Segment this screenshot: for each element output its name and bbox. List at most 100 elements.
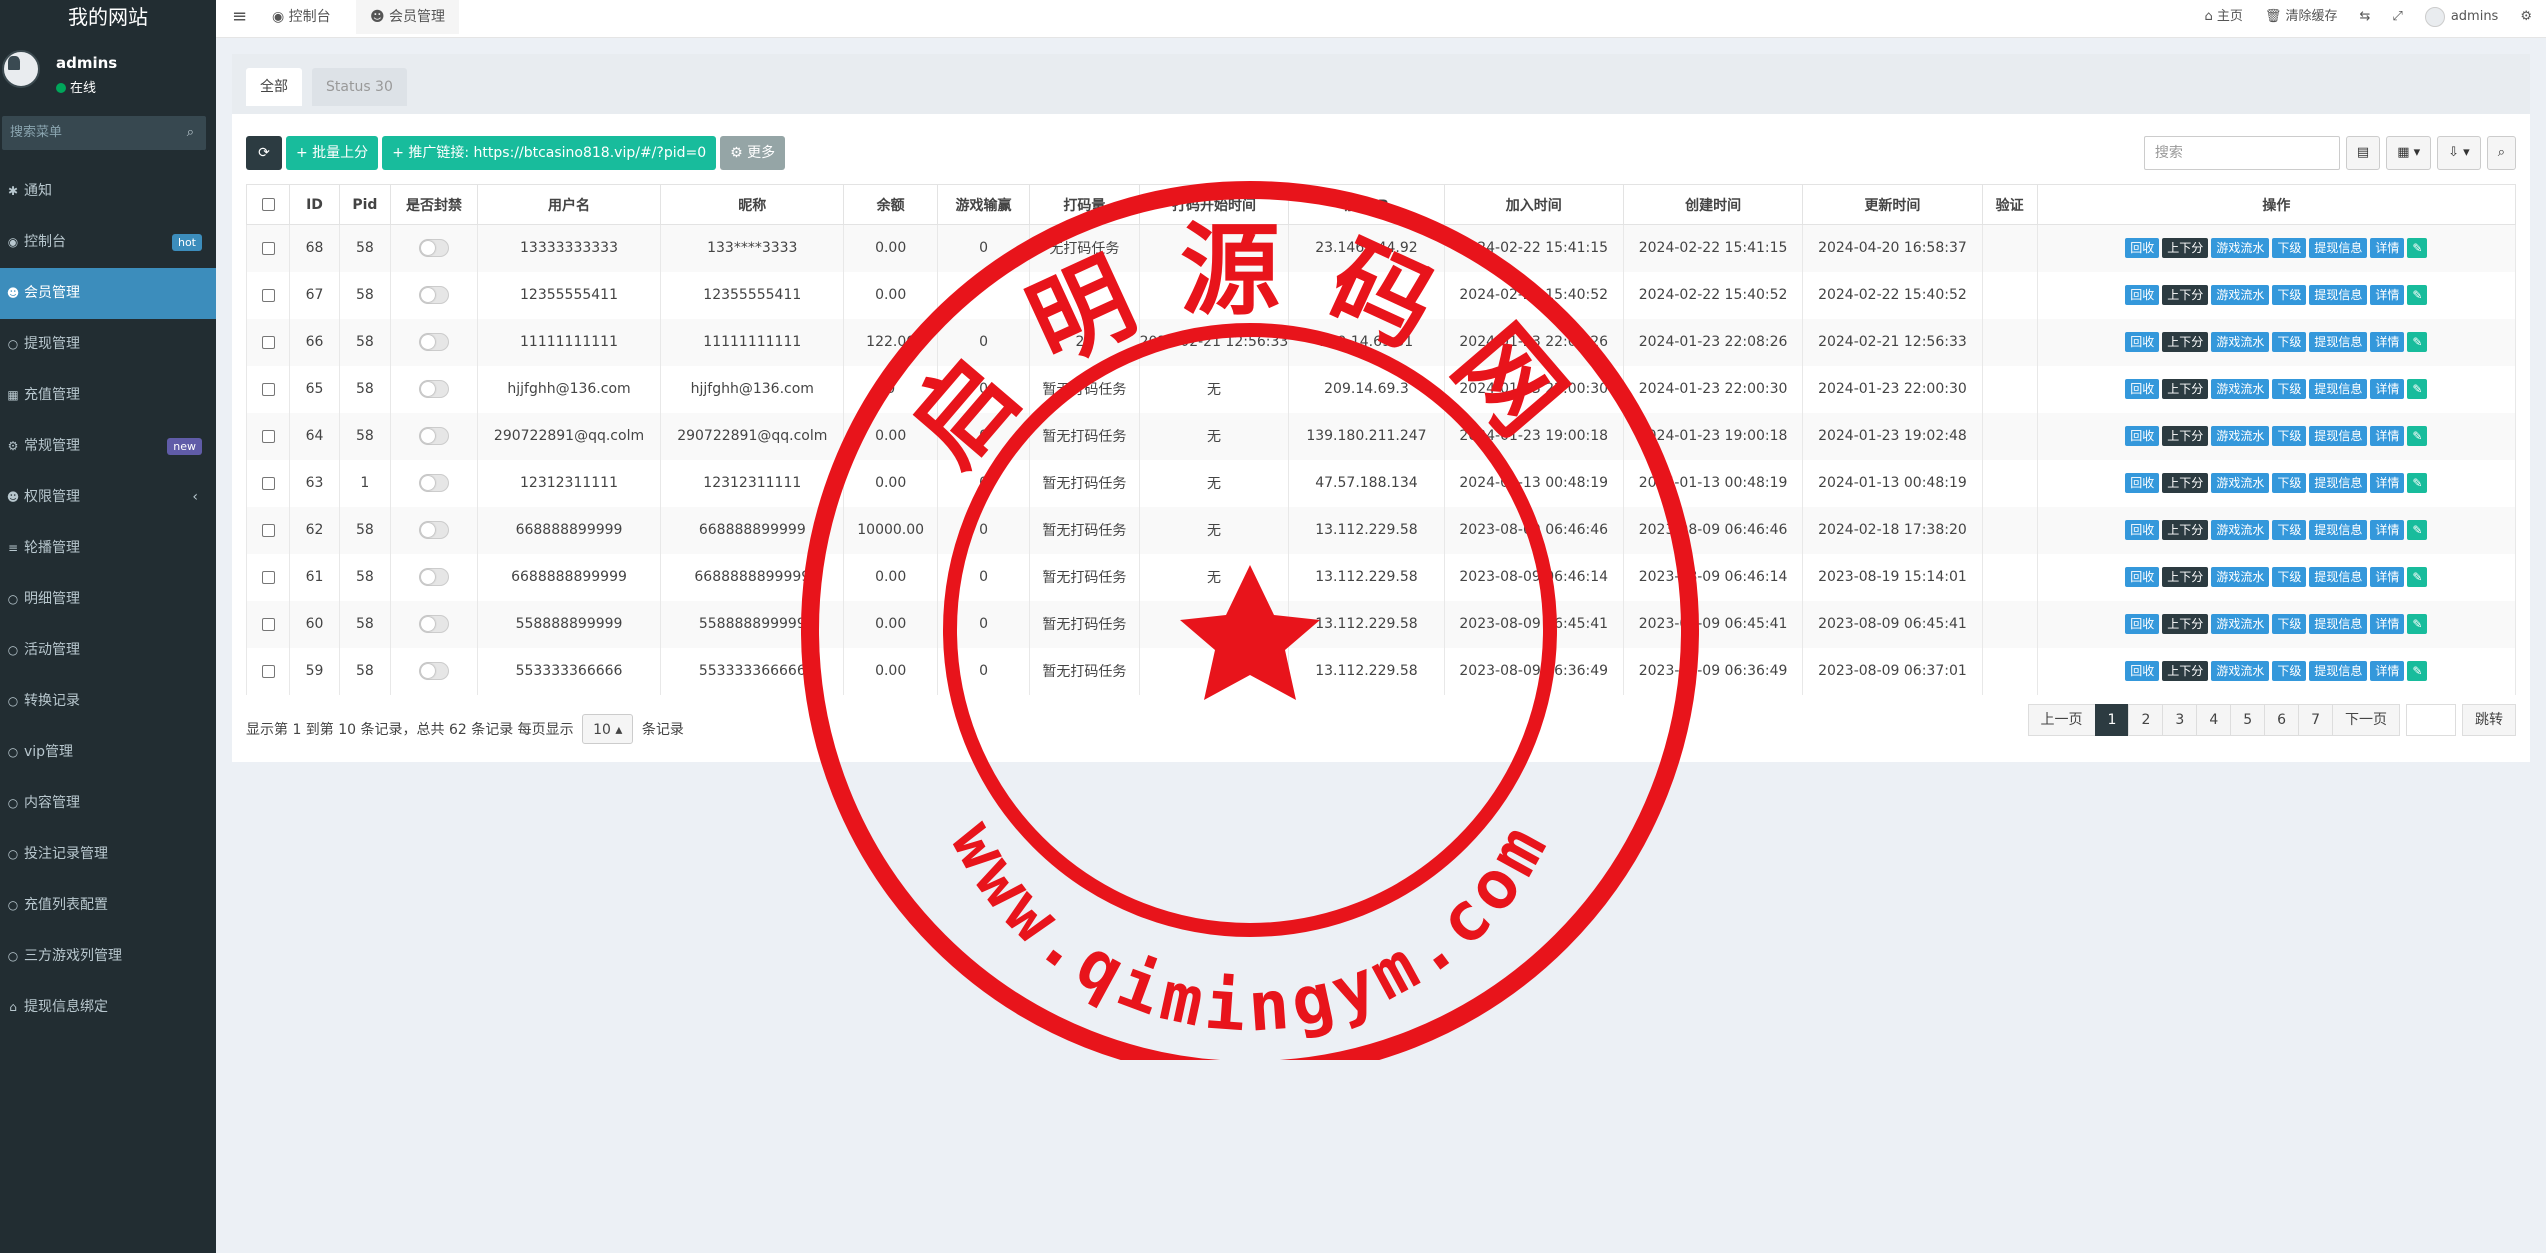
page-button-2[interactable]: 2 bbox=[2128, 704, 2164, 736]
subordinates-button[interactable]: 下级 bbox=[2272, 661, 2307, 681]
withdraw-info-button[interactable]: 提现信息 bbox=[2309, 379, 2368, 399]
adjust-points-button[interactable]: 上下分 bbox=[2162, 567, 2209, 587]
row-checkbox[interactable] bbox=[261, 523, 275, 537]
ban-toggle[interactable] bbox=[418, 662, 449, 680]
details-button[interactable]: 详情 bbox=[2370, 426, 2405, 446]
adjust-points-button[interactable]: 上下分 bbox=[2162, 473, 2209, 493]
details-button[interactable]: 详情 bbox=[2370, 473, 2405, 493]
withdraw-info-button[interactable]: 提现信息 bbox=[2309, 238, 2368, 259]
recycle-button[interactable]: 回收 bbox=[2125, 473, 2160, 493]
edit-button[interactable]: ✎ bbox=[2407, 285, 2428, 305]
gears-icon[interactable]: ⚙ bbox=[2520, 0, 2532, 34]
row-checkbox[interactable] bbox=[261, 429, 275, 443]
edit-button[interactable]: ✎ bbox=[2407, 567, 2428, 587]
sidebar-item-4[interactable]: ▦ 充值管理 bbox=[0, 370, 216, 421]
row-checkbox[interactable] bbox=[261, 476, 275, 490]
toggle-view-button[interactable]: ▤ bbox=[2345, 136, 2381, 170]
sidebar-item-3[interactable]: ○ 提现管理 bbox=[0, 319, 216, 370]
column-header[interactable] bbox=[245, 184, 291, 225]
details-button[interactable]: 详情 bbox=[2370, 332, 2405, 352]
subordinates-button[interactable]: 下级 bbox=[2272, 567, 2307, 587]
game-log-button[interactable]: 游戏流水 bbox=[2211, 567, 2270, 587]
subordinates-button[interactable]: 下级 bbox=[2272, 520, 2307, 540]
withdraw-info-button[interactable]: 提现信息 bbox=[2309, 285, 2368, 305]
recycle-button[interactable]: 回收 bbox=[2125, 520, 2160, 540]
withdraw-info-button[interactable]: 提现信息 bbox=[2309, 473, 2368, 493]
subordinates-button[interactable]: 下级 bbox=[2272, 614, 2307, 634]
sidebar-item-14[interactable]: ○ 充值列表配置 bbox=[0, 880, 216, 931]
adjust-points-button[interactable]: 上下分 bbox=[2162, 520, 2209, 540]
game-log-button[interactable]: 游戏流水 bbox=[2211, 661, 2270, 681]
game-log-button[interactable]: 游戏流水 bbox=[2211, 426, 2270, 446]
advanced-search-button[interactable]: ⌕ bbox=[2486, 136, 2516, 170]
sidebar-item-2[interactable]: ☻ 会员管理 bbox=[0, 268, 216, 319]
ban-toggle[interactable] bbox=[418, 380, 449, 398]
recycle-button[interactable]: 回收 bbox=[2125, 379, 2160, 399]
batch-add-points-button[interactable]: + 批量上分 bbox=[286, 136, 379, 170]
sidebar-item-16[interactable]: ⌂ 提现信息绑定 bbox=[0, 982, 216, 1033]
recycle-button[interactable]: 回收 bbox=[2125, 426, 2160, 446]
game-log-button[interactable]: 游戏流水 bbox=[2211, 238, 2270, 259]
game-log-button[interactable]: 游戏流水 bbox=[2211, 379, 2270, 399]
fullscreen-icon[interactable]: ⤢ bbox=[2392, 0, 2402, 34]
edit-button[interactable]: ✎ bbox=[2407, 661, 2428, 681]
withdraw-info-button[interactable]: 提现信息 bbox=[2309, 332, 2368, 352]
details-button[interactable]: 详情 bbox=[2370, 238, 2405, 259]
ban-toggle[interactable] bbox=[418, 239, 449, 258]
adjust-points-button[interactable]: 上下分 bbox=[2162, 285, 2209, 305]
page-jump-input[interactable] bbox=[2406, 704, 2456, 736]
sidebar-item-10[interactable]: ○ 转换记录 bbox=[0, 676, 216, 727]
sidebar-item-6[interactable]: ☻ 权限管理 ‹ bbox=[0, 472, 216, 523]
refresh-button[interactable]: ⟳ bbox=[246, 136, 282, 170]
game-log-button[interactable]: 游戏流水 bbox=[2211, 285, 2270, 305]
subordinates-button[interactable]: 下级 bbox=[2272, 379, 2307, 399]
sidebar-item-11[interactable]: ○ vip管理 bbox=[0, 727, 216, 778]
translate-icon[interactable]: ⇆ bbox=[2360, 0, 2371, 34]
sidebar-item-5[interactable]: ⚙ 常规管理 new bbox=[0, 421, 216, 472]
ban-toggle[interactable] bbox=[418, 427, 449, 445]
adjust-points-button[interactable]: 上下分 bbox=[2162, 661, 2209, 681]
table-search-input[interactable]: 搜索 bbox=[2143, 136, 2340, 170]
game-log-button[interactable]: 游戏流水 bbox=[2211, 614, 2270, 634]
tab-all[interactable]: 全部 bbox=[246, 68, 302, 106]
details-button[interactable]: 详情 bbox=[2370, 379, 2405, 399]
ban-toggle[interactable] bbox=[418, 568, 449, 586]
edit-button[interactable]: ✎ bbox=[2407, 520, 2428, 540]
row-checkbox[interactable] bbox=[261, 335, 275, 349]
subordinates-button[interactable]: 下级 bbox=[2272, 473, 2307, 493]
page-size-select[interactable]: 10 ▴ bbox=[582, 714, 634, 744]
next-page-button[interactable]: 下一页 bbox=[2332, 704, 2400, 736]
page-button-4[interactable]: 4 bbox=[2196, 704, 2232, 736]
game-log-button[interactable]: 游戏流水 bbox=[2211, 520, 2270, 540]
ban-toggle[interactable] bbox=[418, 286, 449, 304]
game-log-button[interactable]: 游戏流水 bbox=[2211, 332, 2270, 352]
details-button[interactable]: 详情 bbox=[2370, 567, 2405, 587]
chevron-left-icon[interactable]: ‹ bbox=[192, 472, 198, 523]
details-button[interactable]: 详情 bbox=[2370, 614, 2405, 634]
sidebar-item-8[interactable]: ○ 明细管理 bbox=[0, 574, 216, 625]
tab-status-30[interactable]: Status 30 bbox=[312, 68, 407, 106]
menu-toggle-icon[interactable]: ≡ bbox=[232, 0, 247, 34]
prev-page-button[interactable]: 上一页 bbox=[2027, 704, 2096, 736]
adjust-points-button[interactable]: 上下分 bbox=[2162, 426, 2209, 446]
export-button[interactable]: ⇩ ▾ bbox=[2437, 136, 2481, 170]
withdraw-info-button[interactable]: 提现信息 bbox=[2309, 614, 2368, 634]
recycle-button[interactable]: 回收 bbox=[2125, 614, 2160, 634]
page-button-3[interactable]: 3 bbox=[2162, 704, 2198, 736]
adjust-points-button[interactable]: 上下分 bbox=[2162, 332, 2209, 352]
page-button-7[interactable]: 7 bbox=[2298, 704, 2333, 736]
edit-button[interactable]: ✎ bbox=[2407, 614, 2428, 634]
game-log-button[interactable]: 游戏流水 bbox=[2211, 473, 2270, 493]
more-button[interactable]: ⚙ 更多 bbox=[720, 136, 786, 170]
details-button[interactable]: 详情 bbox=[2370, 661, 2405, 681]
recycle-button[interactable]: 回收 bbox=[2125, 661, 2160, 681]
recycle-button[interactable]: 回收 bbox=[2125, 332, 2160, 352]
menu-search-input[interactable]: 搜索菜单 ⌕ bbox=[2, 116, 206, 150]
tab-members[interactable]: ☻ 会员管理 bbox=[356, 0, 460, 34]
ban-toggle[interactable] bbox=[418, 474, 449, 492]
recycle-button[interactable]: 回收 bbox=[2125, 567, 2160, 587]
adjust-points-button[interactable]: 上下分 bbox=[2162, 238, 2209, 259]
jump-button[interactable]: 跳转 bbox=[2462, 704, 2516, 736]
withdraw-info-button[interactable]: 提现信息 bbox=[2309, 661, 2368, 681]
edit-button[interactable]: ✎ bbox=[2407, 238, 2428, 259]
